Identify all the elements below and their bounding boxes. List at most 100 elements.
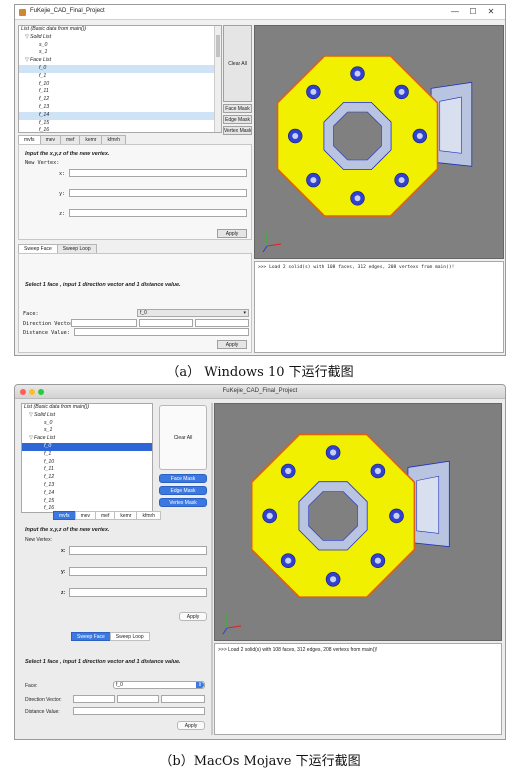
minimize-button[interactable]: — — [449, 7, 461, 16]
tree-item[interactable]: f_1 — [22, 451, 152, 459]
direction-y-input[interactable] — [117, 695, 159, 703]
sweep-tabs: Sweep Face Sweep Loop — [18, 244, 97, 253]
direction-x-input[interactable] — [71, 319, 137, 327]
tree-item[interactable]: s_1 — [22, 427, 152, 435]
x-input[interactable] — [69, 546, 207, 555]
expand-arrow-icon[interactable]: ▽ — [29, 435, 33, 443]
tree-item-label: f_0 — [44, 442, 52, 449]
face-select[interactable]: f_0 ▾ — [137, 309, 249, 317]
tree-scrollbar[interactable] — [214, 26, 221, 132]
model-render — [222, 433, 450, 635]
y-input[interactable] — [69, 189, 247, 197]
face-label: Face: — [23, 311, 39, 317]
direction-y-input[interactable] — [139, 319, 193, 327]
tab-mef[interactable]: mef — [95, 511, 116, 520]
vertex-mask-button[interactable]: Vertex Mask — [159, 498, 207, 507]
bolt-hole-center — [374, 467, 381, 475]
close-button[interactable]: ✕ — [485, 7, 497, 16]
tree-item[interactable]: List (Basic data from main()) — [19, 26, 221, 34]
tree-item-label: List (Basic data from main()) — [21, 26, 87, 32]
face-mask-button[interactable]: Face Mask — [159, 474, 207, 483]
tree-item[interactable]: f_1 — [19, 73, 221, 81]
tree-item[interactable]: f_14 — [22, 490, 152, 498]
edge-mask-button[interactable]: Edge Mask — [223, 115, 252, 124]
tree-item[interactable]: f_16 — [19, 127, 221, 132]
tree-item[interactable]: f_11 — [19, 88, 221, 96]
tab-mev[interactable]: mev — [39, 135, 62, 144]
clear-all-button[interactable]: Clear All — [223, 25, 252, 102]
tree-item[interactable]: ▽ Solid List — [19, 34, 221, 42]
direction-z-input[interactable] — [195, 319, 249, 327]
tree-item[interactable]: List (Basic data from main()) — [22, 404, 152, 412]
tab-kemr[interactable]: kemr — [114, 511, 138, 520]
tab-sweep-loop[interactable]: Sweep Loop — [109, 632, 150, 641]
clear-all-button[interactable]: Clear All — [159, 405, 207, 470]
output-console: >>> Load 2 solid(s) with 108 faces, 312 … — [214, 643, 502, 735]
tab-mev[interactable]: mev — [74, 511, 97, 520]
edge-mask-button[interactable]: Edge Mask — [159, 486, 207, 495]
distance-input[interactable] — [73, 707, 205, 715]
vertex-mask-button[interactable]: Vertex Mask — [223, 126, 252, 135]
expand-arrow-icon[interactable]: ▽ — [25, 34, 29, 42]
tab-sweep-face[interactable]: Sweep Face — [18, 244, 58, 253]
3d-viewport[interactable] — [254, 25, 504, 259]
data-tree[interactable]: List (Basic data from main()) ▽ Solid List… — [21, 403, 153, 513]
tree-item[interactable]: s_0 — [22, 420, 152, 428]
distance-input[interactable] — [74, 328, 249, 336]
expand-arrow-icon[interactable]: ▽ — [25, 57, 29, 65]
bolt-hole-center — [266, 512, 273, 519]
direction-z-input[interactable] — [161, 695, 205, 703]
face-mask-button[interactable]: Face Mask — [223, 104, 252, 113]
maximize-button[interactable]: ☐ — [467, 7, 479, 16]
tree-item[interactable]: s_0 — [19, 42, 221, 50]
direction-x-input[interactable] — [73, 695, 115, 703]
x-input[interactable] — [69, 169, 247, 177]
tree-item[interactable]: f_10 — [22, 459, 152, 467]
z-label: z: — [59, 211, 66, 217]
3d-viewport[interactable] — [214, 403, 502, 641]
tab-mvfs[interactable]: mvfs — [53, 511, 76, 520]
tree-item[interactable]: f_12 — [22, 474, 152, 482]
apply-sweep-button[interactable]: Apply — [217, 340, 247, 349]
tree-item[interactable]: f_0 — [22, 442, 152, 451]
tree-item[interactable]: f_12 — [19, 96, 221, 104]
z-input[interactable] — [69, 209, 247, 217]
tree-item[interactable]: f_0 — [19, 64, 221, 73]
tab-sweep-face[interactable]: Sweep Face — [71, 632, 111, 641]
tree-item[interactable]: f_13 — [19, 104, 221, 112]
tree-item[interactable]: f_10 — [19, 81, 221, 89]
data-tree[interactable]: List (Basic data from main()) ▽ Solid List… — [18, 25, 222, 133]
z-input[interactable] — [69, 588, 207, 597]
bolt-hole-center — [285, 467, 292, 475]
apply-vertex-button[interactable]: Apply — [179, 612, 207, 621]
apply-vertex-button[interactable]: Apply — [217, 229, 247, 238]
tree-item[interactable]: f_15 — [22, 498, 152, 506]
tree-item[interactable]: s_1 — [19, 49, 221, 57]
tree-item-label: f_0 — [39, 64, 47, 71]
tree-item[interactable]: ▽ Face List — [19, 57, 221, 65]
tree-item-label: List (Basic data from main()) — [24, 404, 90, 410]
tab-mvfs[interactable]: mvfs — [18, 135, 41, 144]
tab-kfmrh[interactable]: kfmrh — [136, 511, 161, 520]
tree-item[interactable]: f_14 — [19, 111, 221, 120]
face-select[interactable]: f_0 ⇕ — [113, 681, 205, 689]
expand-arrow-icon[interactable]: ▽ — [29, 412, 33, 420]
vertical-splitter[interactable] — [211, 403, 213, 735]
apply-sweep-button[interactable]: Apply — [177, 721, 205, 730]
tab-kemr[interactable]: kemr — [79, 135, 103, 144]
tab-sweep-loop[interactable]: Sweep Loop — [56, 244, 97, 253]
y-input[interactable] — [69, 567, 207, 576]
tree-item[interactable]: f_15 — [19, 120, 221, 128]
tab-mef[interactable]: mef — [60, 135, 81, 144]
tree-item[interactable]: f_13 — [22, 482, 152, 490]
tree-item[interactable]: ▽ Face List — [22, 435, 152, 443]
output-console: >>> Load 2 solid(s) with 108 faces, 312 … — [254, 261, 504, 353]
tree-item[interactable]: ▽ Solid List — [22, 412, 152, 420]
scroll-thumb[interactable] — [216, 35, 220, 57]
tree-item[interactable]: f_11 — [22, 466, 152, 474]
tab-kfmrh[interactable]: kfmrh — [101, 135, 126, 144]
tree-item-label: f_10 — [39, 80, 50, 87]
y-label: y: — [61, 569, 66, 575]
face-select-value: f_0 — [140, 310, 147, 316]
bolt-hole-center — [354, 195, 361, 202]
